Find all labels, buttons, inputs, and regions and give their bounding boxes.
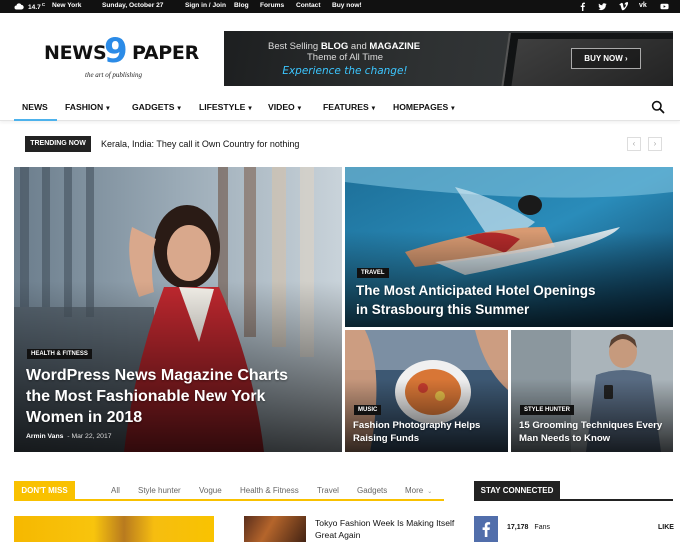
facebook-like-button[interactable]: LIKE	[658, 524, 674, 531]
chevron-down-icon: ▾	[177, 105, 181, 112]
tab-health-fitness[interactable]: Health & Fitness	[240, 486, 299, 495]
facebook-fans-count: 17,178 Fans	[507, 524, 550, 531]
chevron-down-icon: ▾	[371, 105, 375, 112]
blog-link[interactable]: Blog	[234, 2, 249, 9]
dont-miss-article-title[interactable]: Tokyo Fashion Week Is Making Itself Grea…	[315, 517, 455, 541]
banner-line3: Experience the change!	[282, 65, 408, 77]
featured-main-title[interactable]: WordPress News Magazine Charts the Most …	[26, 365, 326, 428]
trending-next-button[interactable]: ›	[648, 137, 662, 151]
facebook-icon[interactable]	[578, 2, 587, 11]
facebook-icon[interactable]	[474, 516, 498, 542]
youtube-icon[interactable]	[660, 2, 669, 11]
featured-main-article[interactable]: HEALTH & FITNESS WordPress News Magazine…	[14, 167, 342, 452]
weather-temp: 14.7C	[28, 2, 46, 12]
nav-item-video[interactable]: VIDEO ▾	[268, 102, 301, 112]
logo-tagline: the art of publishing	[85, 71, 142, 79]
featured-bottom-right-article[interactable]: STYLE HUNTER 15 Grooming Techniques Ever…	[511, 330, 673, 452]
tab-style-hunter[interactable]: Style hunter	[138, 486, 181, 495]
tab-travel[interactable]: Travel	[317, 486, 339, 495]
logo-nine: 9	[104, 31, 128, 71]
category-badge[interactable]: HEALTH & FITNESS	[27, 349, 92, 359]
top-bar: 14.7C New York Sunday, October 27 Sign i…	[0, 0, 680, 13]
nav-item-features[interactable]: FEATURES ▾	[323, 102, 375, 112]
nav-item-lifestyle[interactable]: LIFESTYLE ▾	[199, 102, 252, 112]
chevron-down-icon: ▾	[248, 105, 252, 112]
top-right-title[interactable]: The Most Anticipated Hotel Openings in S…	[356, 282, 656, 319]
banner-line2: Theme of All Time	[306, 52, 384, 63]
city-label: New York	[52, 2, 82, 9]
buy-now-link[interactable]: Buy now!	[332, 2, 362, 9]
banner-buy-button[interactable]: BUY NOW ›	[571, 48, 641, 69]
chevron-down-icon: ▾	[451, 105, 455, 112]
nav-item-fashion[interactable]: FASHION ▾	[65, 102, 109, 112]
post-date: Mar 22, 2017	[71, 433, 112, 440]
featured-bottom-mid-article[interactable]: MUSIC Fashion Photography Helps Raising …	[345, 330, 508, 452]
forums-link[interactable]: Forums	[260, 2, 284, 9]
dont-miss-underline	[14, 499, 444, 501]
chevron-down-icon: ⌄	[427, 489, 433, 495]
vk-icon[interactable]: vk	[639, 2, 647, 9]
date-label: Sunday, October 27	[102, 2, 164, 9]
stay-connected-underline	[474, 499, 673, 501]
twitter-icon[interactable]	[598, 2, 607, 11]
logo-news: NEWS	[44, 42, 107, 64]
author-name[interactable]: Armin Vans	[26, 433, 63, 440]
category-badge[interactable]: MUSIC	[354, 405, 382, 415]
dont-miss-lead-image[interactable]	[14, 516, 214, 542]
featured-top-right-article[interactable]: TRAVEL The Most Anticipated Hotel Openin…	[345, 167, 673, 327]
contact-link[interactable]: Contact	[296, 2, 321, 9]
trending-headline[interactable]: Kerala, India: They call it Own Country …	[101, 139, 299, 149]
header-ad-banner[interactable]: Best Selling BLOG and MAGAZINE Theme of …	[224, 31, 673, 86]
vimeo-icon[interactable]	[619, 2, 628, 11]
dont-miss-badge: DON'T MISS	[14, 481, 75, 500]
tab-gadgets[interactable]: Gadgets	[357, 486, 387, 495]
dont-miss-thumb[interactable]	[244, 516, 306, 542]
search-icon[interactable]	[651, 100, 665, 114]
main-nav: NEWS FASHION ▾ GADGETS ▾ LIFESTYLE ▾ VIDEO ▾…	[0, 94, 680, 121]
bottom-right-title[interactable]: 15 Grooming Techniques Every Man Needs t…	[519, 419, 671, 445]
chevron-down-icon: ▾	[106, 105, 110, 112]
trending-prev-button[interactable]: ‹	[627, 137, 641, 151]
banner-line1: Best Selling BLOG and MAGAZINE	[268, 41, 421, 52]
nav-item-homepages[interactable]: HOMEPAGES ▾	[393, 102, 455, 112]
featured-main-meta: Armin Vans - Mar 22, 2017	[26, 433, 112, 440]
signin-link[interactable]: Sign in / Join	[185, 2, 226, 9]
trending-badge: TRENDING NOW	[25, 136, 91, 152]
tab-all[interactable]: All	[111, 486, 120, 495]
stay-connected-badge: STAY CONNECTED	[474, 481, 560, 500]
nav-item-gadgets[interactable]: GADGETS ▾	[132, 102, 181, 112]
nav-active-indicator	[14, 119, 57, 121]
bottom-mid-title[interactable]: Fashion Photography Helps Raising Funds	[353, 419, 503, 445]
cloud-icon	[14, 3, 24, 10]
tab-more[interactable]: More ⌄	[405, 486, 432, 495]
tab-vogue[interactable]: Vogue	[199, 486, 222, 495]
chevron-down-icon: ▾	[297, 105, 302, 112]
nav-item-news[interactable]: NEWS	[22, 102, 48, 112]
category-badge[interactable]: STYLE HUNTER	[520, 405, 575, 415]
logo-paper: PAPER	[132, 42, 199, 64]
category-badge[interactable]: TRAVEL	[357, 268, 389, 278]
